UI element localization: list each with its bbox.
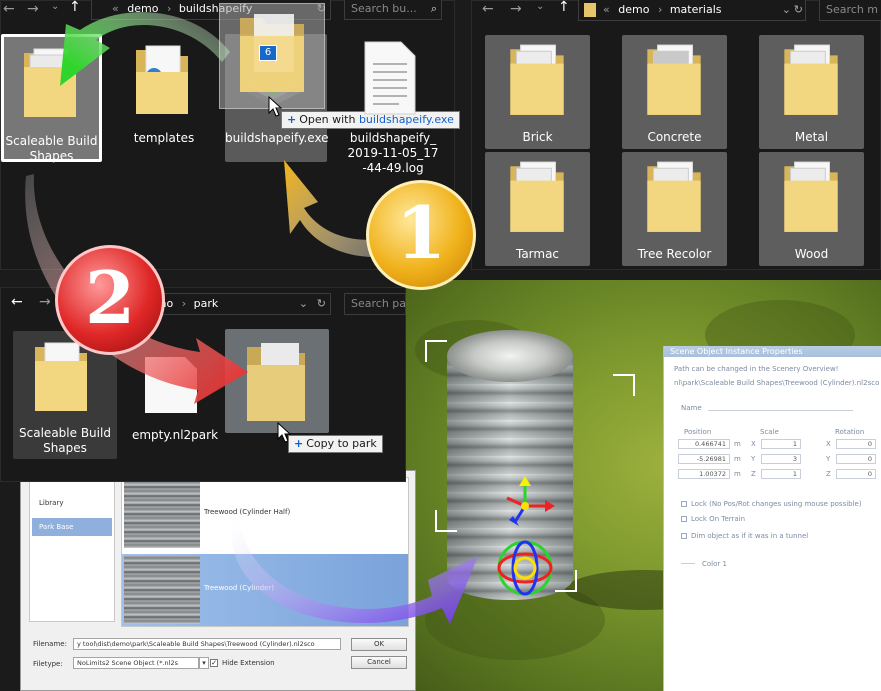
green-arrow [60, 12, 230, 87]
purple-arrow [231, 520, 478, 624]
step-two-badge: 2 [55, 245, 165, 355]
step-one-badge: 1 [366, 180, 476, 290]
